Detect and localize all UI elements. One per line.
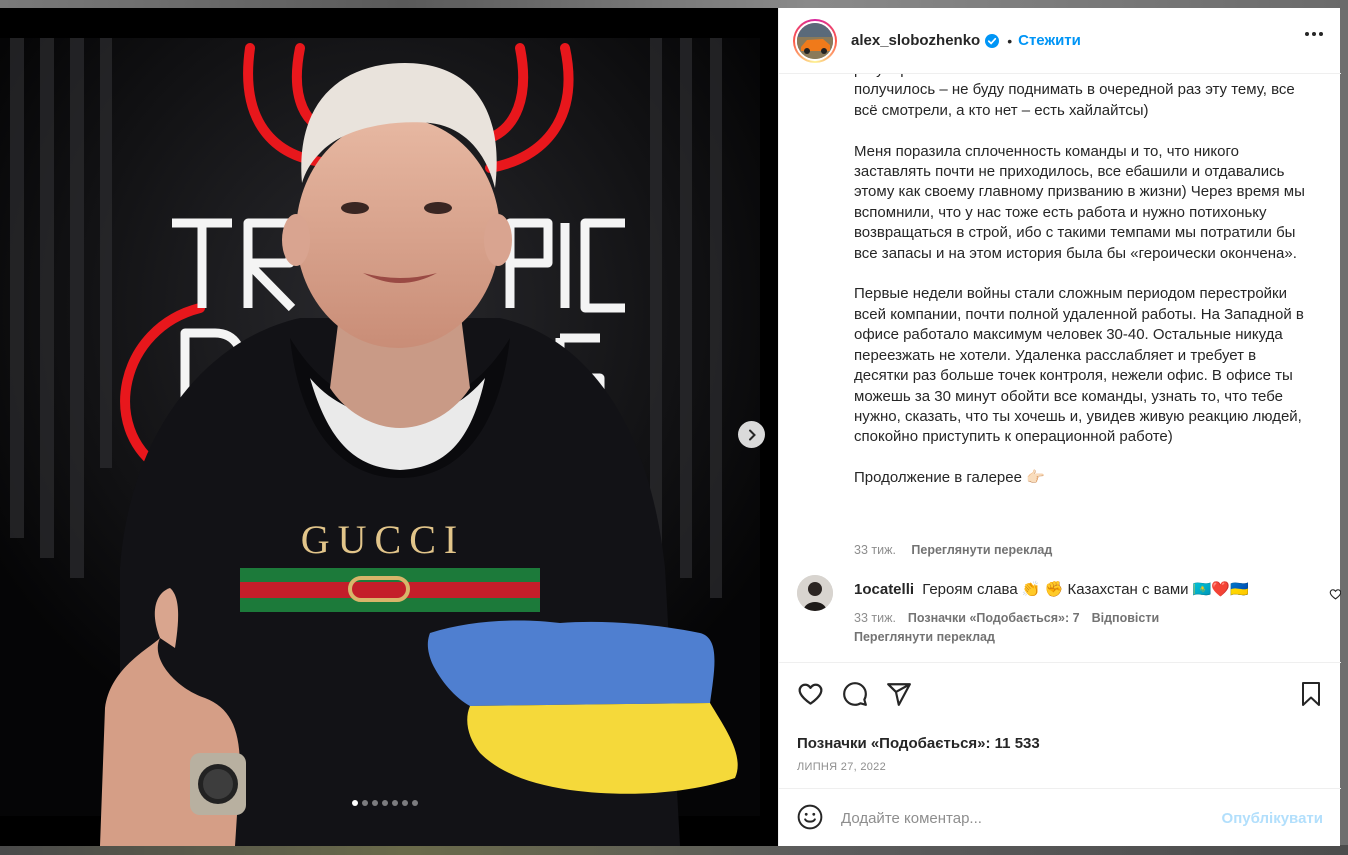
comment-icon[interactable] [842, 681, 868, 707]
post-header: alex_slobozhenko • Стежити [779, 8, 1341, 74]
slide-dot [362, 800, 368, 806]
follow-separator: • [1007, 32, 1013, 49]
slide-dot [402, 800, 408, 806]
more-options-icon[interactable] [1305, 32, 1323, 36]
post-likes-count[interactable]: Позначки «Подобається»: 11 533 [797, 735, 1040, 752]
slide-dot [382, 800, 388, 806]
post-media: GUCCI [0, 8, 778, 846]
slide-indicator [352, 800, 418, 806]
comment-meta: 33 тиж. Позначки «Подобається»: 7 Відповіс… [854, 609, 1274, 647]
heart-icon[interactable] [797, 681, 824, 707]
next-slide-button[interactable] [738, 421, 765, 448]
verified-badge-icon [985, 33, 1000, 48]
post-date: ЛИПНЯ 27, 2022 [797, 761, 886, 773]
publish-button[interactable]: Опублікувати [1222, 810, 1323, 827]
bookmark-icon[interactable] [1299, 681, 1323, 712]
comment-age: 33 тиж. [854, 611, 896, 625]
comment-reply-button[interactable]: Відповісти [1092, 611, 1160, 625]
commenter-username[interactable]: 1ocatelli [854, 581, 914, 598]
caption-scroll-area[interactable]: регулярно… … получилось – не буду подним… [779, 74, 1341, 662]
avatar-image [797, 22, 833, 59]
comment-body: Героям слава 👏 ✊ Казахстан с вами 🇰🇿❤️🇺🇦 [922, 581, 1249, 598]
comment-like-heart-icon[interactable] [1329, 587, 1341, 605]
post-actions: Позначки «Подобається»: 11 533 ЛИПНЯ 27,… [779, 662, 1341, 780]
follow-button[interactable]: Стежити [1018, 32, 1081, 49]
slide-dot [392, 800, 398, 806]
caption-translate-link[interactable]: Переглянути переклад [911, 543, 1052, 557]
emoji-icon[interactable] [797, 804, 823, 835]
slide-dot [372, 800, 378, 806]
share-icon[interactable] [886, 681, 912, 707]
comment-likes-link[interactable]: Позначки «Подобається»: 7 [908, 611, 1080, 625]
chevron-right-icon [748, 429, 756, 440]
commenter-avatar[interactable] [797, 575, 833, 611]
comment-text-line: 1ocatelli Героям слава 👏 ✊ Казахстан с в… [854, 580, 1274, 598]
post-photo: GUCCI [0, 8, 778, 846]
background-bottom-strip [0, 845, 1348, 855]
svg-text:GUCCI: GUCCI [301, 517, 465, 562]
comment-input[interactable] [841, 803, 1211, 833]
caption-meta: 33 тиж. Переглянути переклад [854, 543, 1052, 557]
post-side-panel: alex_slobozhenko • Стежити регулярно… … … [778, 8, 1341, 846]
slide-dot [352, 800, 358, 806]
caption-age: 33 тиж. [854, 543, 896, 557]
post-caption: регулярно… … получилось – не буду подним… [854, 74, 1305, 487]
comment-translate-link[interactable]: Переглянути переклад [854, 630, 995, 644]
add-comment-bar: Опублікувати [779, 788, 1341, 846]
author-username[interactable]: alex_slobozhenko [851, 32, 980, 49]
avatar-image [797, 575, 833, 611]
slide-dot [412, 800, 418, 806]
author-avatar[interactable] [793, 18, 837, 63]
